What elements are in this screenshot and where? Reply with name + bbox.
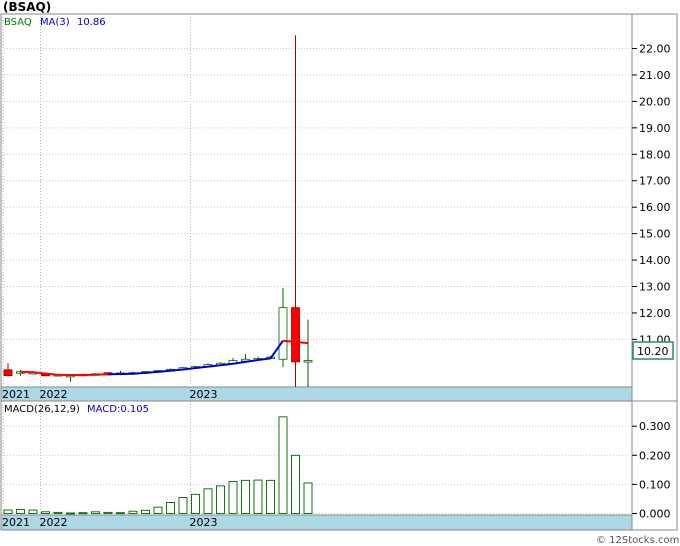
price-tick-label: 21.00 [639, 69, 671, 82]
legend-ma: MA(3) [40, 17, 70, 28]
macd-legend-value: MACD:0.105 [87, 404, 149, 415]
chart-title: (BSAQ) [3, 0, 51, 14]
legend-ticker: BSAQ [4, 17, 32, 28]
macd-tick-label: 0.300 [639, 420, 671, 433]
macd-x-label-2022: 2022 [40, 516, 68, 529]
macd-bar [66, 512, 75, 515]
price-tick-label: 22.00 [639, 43, 671, 56]
macd-x-label-2023: 2023 [190, 516, 218, 529]
candle-body [278, 307, 288, 360]
price-tick-label: 15.00 [639, 228, 671, 241]
macd-bar [41, 511, 50, 514]
candle-body [3, 369, 13, 377]
macd-bar [166, 502, 175, 514]
price-tick-label: 12.00 [639, 307, 671, 320]
macd-bar [128, 510, 138, 514]
macd-bar [53, 511, 63, 514]
ma-line-segment [295, 341, 309, 345]
macd-bar [216, 485, 225, 514]
macd-bar [116, 512, 125, 515]
macd-bar [303, 482, 313, 514]
ma-line-segment [107, 372, 134, 376]
macd-bar [291, 454, 300, 514]
price-date-band [0, 386, 633, 402]
macd-bar [78, 512, 88, 515]
macd-bar [153, 506, 163, 514]
price-x-label-2023: 2023 [190, 388, 218, 401]
price-tick-label: 14.00 [639, 254, 671, 267]
stock-chart: 11.0012.0013.0014.0015.0016.0017.0018.00… [0, 0, 679, 546]
price-tick-label: 13.00 [639, 281, 671, 294]
macd-panel-frame [0, 400, 678, 531]
macd-bar [178, 497, 188, 514]
macd-tick-label: 0.200 [639, 449, 671, 462]
price-x-label-2022: 2022 [40, 388, 68, 401]
macd-tick-label: 0.000 [639, 508, 671, 521]
price-tick-label: 20.00 [639, 95, 671, 108]
last-price-label: 10.20 [637, 345, 669, 358]
price-x-label-2021: 2021 [2, 388, 30, 401]
macd-bar [28, 509, 38, 514]
price-tick-label: 17.00 [639, 175, 671, 188]
price-panel-frame [0, 13, 678, 402]
macd-x-label-2021: 2021 [2, 516, 30, 529]
macd-bar [228, 481, 238, 514]
macd-bar [91, 511, 100, 514]
macd-bar [16, 509, 25, 514]
macd-bar [191, 493, 200, 514]
candle-body [291, 307, 300, 363]
price-tick-label: 18.00 [639, 148, 671, 161]
ma-line-segment [282, 339, 296, 344]
macd-bar [103, 511, 113, 514]
macd-bar [3, 509, 13, 514]
macd-tick-label: 0.100 [639, 478, 671, 491]
ma-line-segment [82, 373, 109, 377]
price-tick-label: 16.00 [639, 201, 671, 214]
macd-legend-name: MACD(26,12,9) [4, 404, 80, 415]
legend-ma-value: 10.86 [77, 17, 106, 28]
macd-bar [278, 416, 288, 514]
price-tick-label: 19.00 [639, 122, 671, 135]
macd-bar [253, 479, 263, 514]
macd-bar [203, 488, 213, 514]
macd-bar [141, 509, 150, 514]
watermark: © 12Stocks.com [596, 535, 679, 546]
candle-body [303, 360, 313, 363]
macd-date-band [0, 514, 633, 531]
macd-bar [241, 479, 250, 514]
macd-bar [266, 479, 275, 514]
